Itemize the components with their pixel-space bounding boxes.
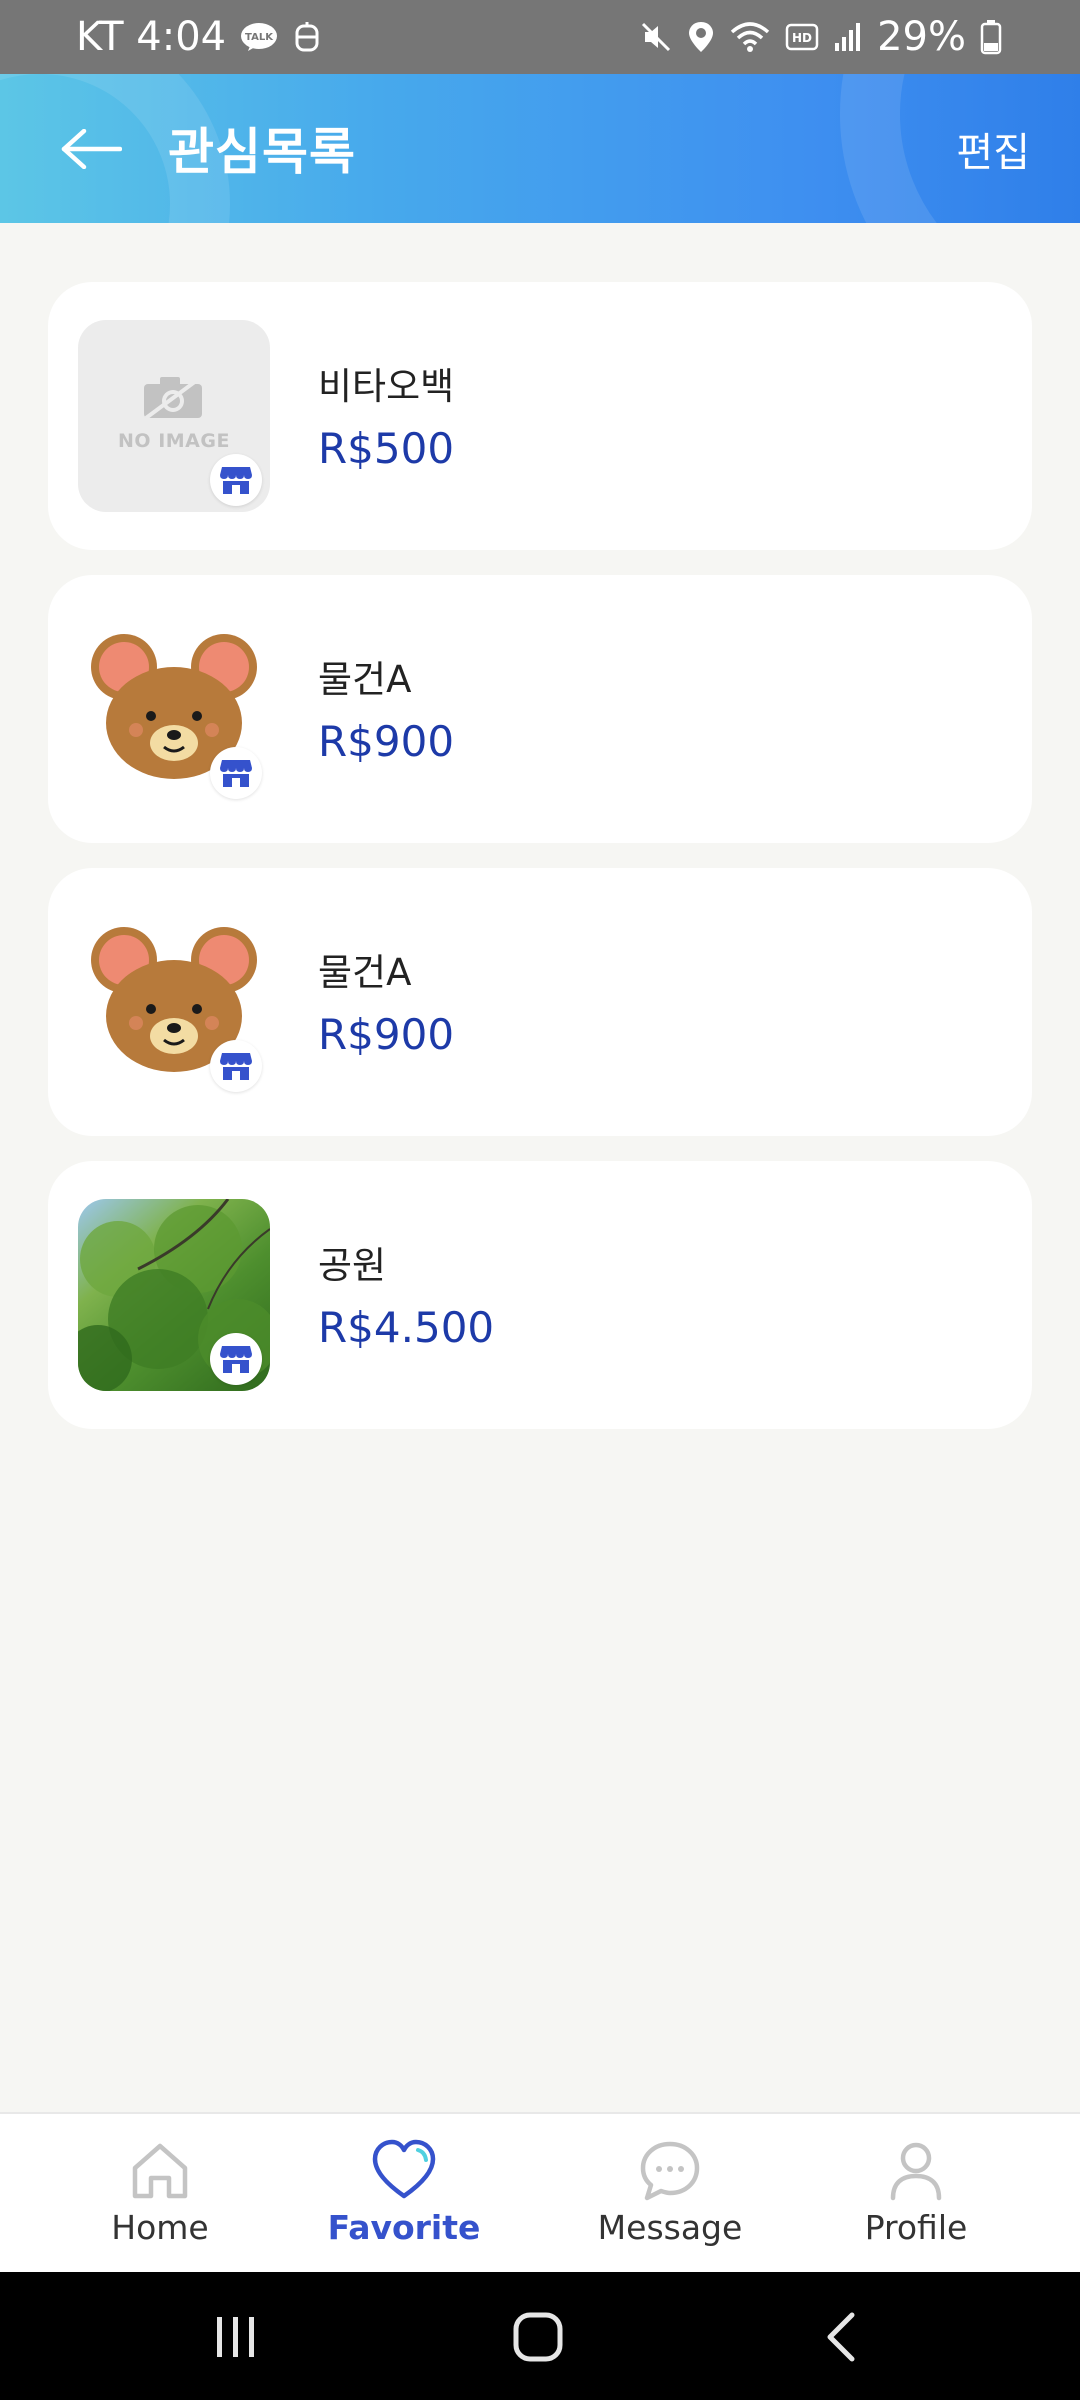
favorite-item-card[interactable]: 물건A R$900 — [48, 868, 1032, 1136]
nav-favorite-label: Favorite — [327, 2208, 481, 2247]
edit-button[interactable]: 편집 — [956, 120, 1030, 178]
talk-badge-text: TALK — [245, 32, 274, 43]
nav-profile[interactable]: Profile — [816, 2138, 1016, 2247]
signal-icon — [833, 21, 863, 53]
chat-bubble-icon — [640, 2141, 700, 2201]
item-price: R$4.500 — [318, 1303, 495, 1352]
store-badge — [210, 1040, 262, 1092]
svg-text:HD: HD — [792, 31, 812, 45]
nav-message[interactable]: Message — [570, 2138, 770, 2247]
item-price: R$900 — [318, 1010, 455, 1059]
person-icon — [890, 2142, 942, 2201]
item-price: R$900 — [318, 717, 455, 766]
item-name: 비타오백 — [318, 365, 455, 408]
nav-message-label: Message — [597, 2208, 743, 2247]
home-system-button[interactable] — [498, 2302, 578, 2372]
location-icon — [687, 20, 715, 54]
store-badge — [210, 1333, 262, 1385]
nav-home-label: Home — [111, 2208, 209, 2247]
store-icon — [220, 467, 252, 494]
app-header: 관심목록 편집 — [0, 74, 1080, 223]
page-title: 관심목록 — [168, 123, 356, 181]
hd-icon: HD — [785, 22, 819, 52]
battery-icon — [980, 19, 1002, 55]
system-nav-bar — [0, 2272, 1080, 2400]
recent-apps-icon — [217, 2317, 254, 2357]
heart-icon — [372, 2139, 436, 2199]
favorite-item-card[interactable]: NO IMAGE 비타오백 R$500 — [48, 282, 1032, 550]
item-price: R$500 — [318, 424, 455, 473]
recent-apps-button[interactable] — [196, 2302, 276, 2372]
store-icon — [220, 1346, 252, 1373]
back-button[interactable] — [58, 116, 124, 182]
store-icon — [220, 760, 252, 787]
status-bar: KT 4:04 TALK HD 29% — [0, 0, 1080, 74]
store-badge — [210, 454, 262, 506]
battery-percent: 29% — [877, 14, 966, 60]
favorite-item-card[interactable]: 물건A R$900 — [48, 575, 1032, 843]
nav-home[interactable]: Home — [60, 2138, 260, 2247]
robot-icon — [292, 20, 322, 54]
wifi-icon — [729, 20, 771, 54]
carrier-time: KT 4:04 — [76, 14, 227, 60]
home-square-icon — [513, 2312, 563, 2362]
bottom-nav: Home Favorite Message Profile — [0, 2112, 1080, 2274]
store-icon — [220, 1053, 252, 1080]
back-system-button[interactable] — [802, 2302, 882, 2372]
no-image-camera-icon — [144, 376, 202, 420]
no-image-label: NO IMAGE — [118, 430, 230, 452]
chevron-left-icon — [827, 2312, 855, 2362]
home-icon — [132, 2143, 188, 2199]
mute-icon — [639, 20, 673, 54]
item-name: 물건A — [318, 658, 412, 701]
item-name: 공원 — [318, 1244, 387, 1287]
favorite-item-card[interactable]: 공원 R$4.500 — [48, 1161, 1032, 1429]
nav-favorite[interactable]: Favorite — [304, 2138, 504, 2247]
item-name: 물건A — [318, 951, 412, 994]
nav-profile-label: Profile — [864, 2208, 968, 2247]
store-badge — [210, 747, 262, 799]
kakaotalk-icon: TALK — [240, 22, 278, 52]
arrow-left-icon — [61, 129, 122, 169]
favorites-list: NO IMAGE 비타오백 R$500 물건A R$900 물건A R$900 … — [48, 282, 1032, 1454]
